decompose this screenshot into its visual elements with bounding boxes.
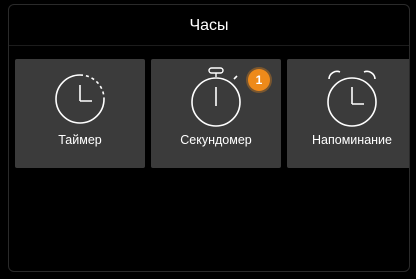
alarm-clock-icon <box>287 67 409 131</box>
timer-icon <box>15 67 145 131</box>
header-divider <box>9 45 409 46</box>
tile-stopwatch[interactable]: 1 Секундомер <box>151 59 281 168</box>
tile-label-timer: Таймер <box>58 133 102 147</box>
tile-label-reminder: Напоминание <box>312 133 392 147</box>
tile-timer[interactable]: Таймер <box>15 59 145 168</box>
step-badge: 1 <box>248 69 270 91</box>
clock-app-screen: Часы Таймер 1 Секундомер Напоминание <box>8 4 410 272</box>
tile-label-stopwatch: Секундомер <box>180 133 252 147</box>
app-tiles: Таймер 1 Секундомер Напоминание <box>15 59 409 168</box>
page-title: Часы <box>189 17 229 34</box>
tile-reminder[interactable]: Напоминание <box>287 59 409 168</box>
